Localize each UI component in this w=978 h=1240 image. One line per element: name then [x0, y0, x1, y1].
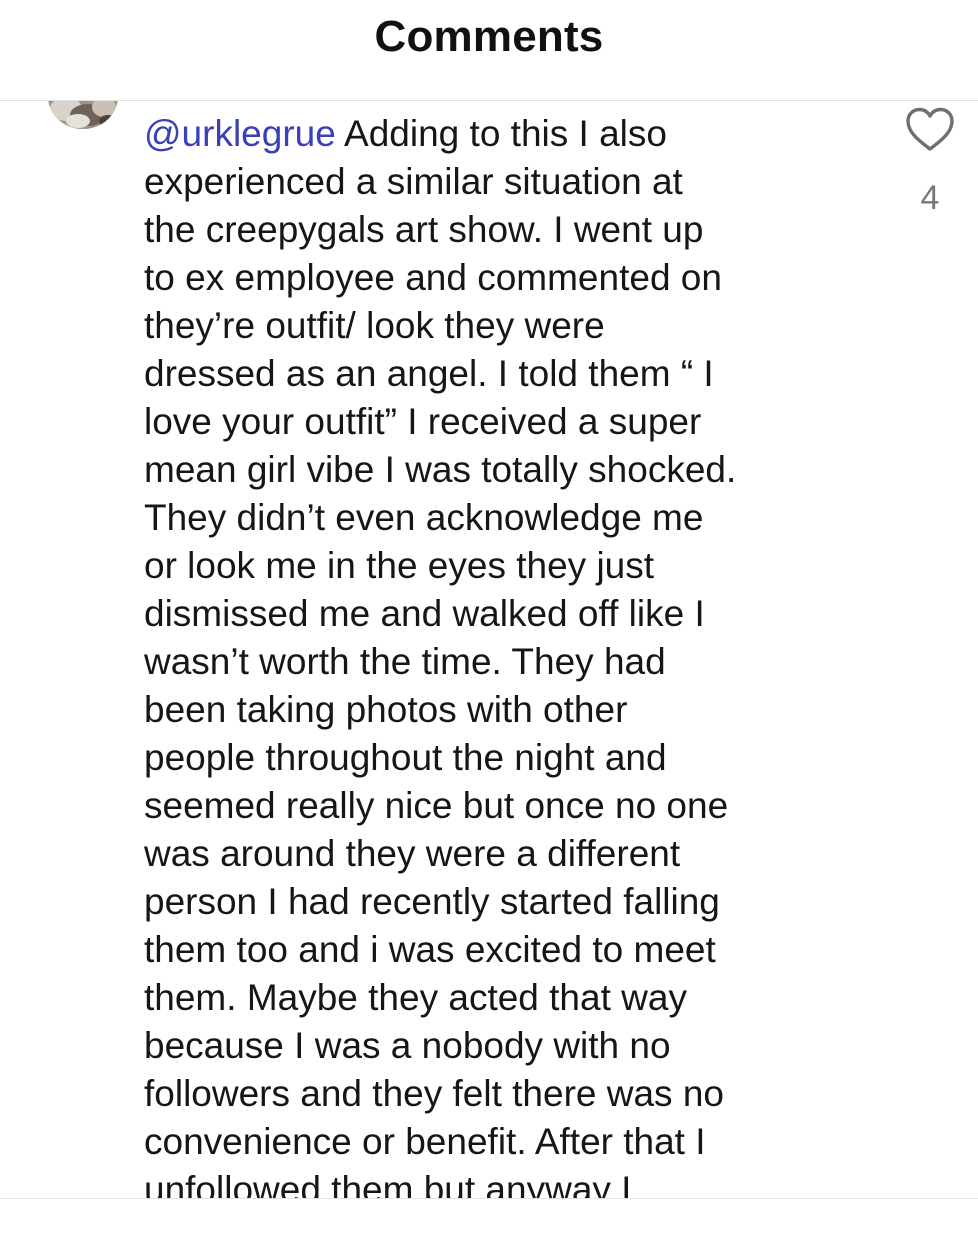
comment-line: the creepygals art show. I went up: [144, 209, 704, 250]
page-title: Comments: [374, 12, 604, 61]
bottom-bar: [0, 1198, 978, 1240]
comment-line: mean girl vibe I was totally shocked.: [144, 449, 737, 490]
mention-link[interactable]: @urklegrue: [144, 113, 336, 154]
comment-line: @urklegrue Adding to this I also: [144, 110, 864, 158]
comment-line: unfollowed them but anyway I: [144, 1169, 632, 1198]
heart-outline-icon[interactable]: [905, 107, 955, 153]
comment-line: person I had recently started falling: [144, 881, 720, 922]
comment-line: they’re outfit/ look they were: [144, 305, 605, 346]
heart-icon-graphic: [906, 107, 954, 151]
comment-line: seemed really nice but once no one: [144, 785, 729, 826]
comment-line: or look me in the eyes they just: [144, 545, 655, 586]
comment-line: wasn’t worth the time. They had: [144, 641, 666, 682]
comment-line: dressed as an angel. I told them “ I: [144, 353, 714, 394]
avatar-image: [48, 101, 118, 129]
comment-line: been taking photos with other: [144, 689, 628, 730]
comments-header: Comments: [0, 0, 978, 101]
like-count: 4: [920, 179, 940, 217]
comment-line: They didn’t even acknowledge me: [144, 497, 704, 538]
comments-list[interactable]: @urklegrue Adding to this I also experie…: [0, 101, 978, 1198]
comment-line: because I was a nobody with no: [144, 1025, 671, 1066]
comment-line: love your outfit” I received a super: [144, 401, 702, 442]
comment-line: followers and they felt there was no: [144, 1073, 724, 1114]
comment-line: them too and i was excited to meet: [144, 929, 716, 970]
comment-body: @urklegrue Adding to this I also experie…: [144, 110, 864, 1198]
comment-line: them. Maybe they acted that way: [144, 977, 687, 1018]
avatar[interactable]: [48, 101, 118, 129]
comment-line: dismissed me and walked off like I: [144, 593, 705, 634]
comment-text-segment: Adding to this I also: [335, 113, 667, 154]
comment-line: people throughout the night and: [144, 737, 667, 778]
comment-line: was around they were a different: [144, 833, 681, 874]
comment-line: convenience or benefit. After that I: [144, 1121, 706, 1162]
comment-line: experienced a similar situation at: [144, 161, 683, 202]
comment-line: to ex employee and commented on: [144, 257, 722, 298]
